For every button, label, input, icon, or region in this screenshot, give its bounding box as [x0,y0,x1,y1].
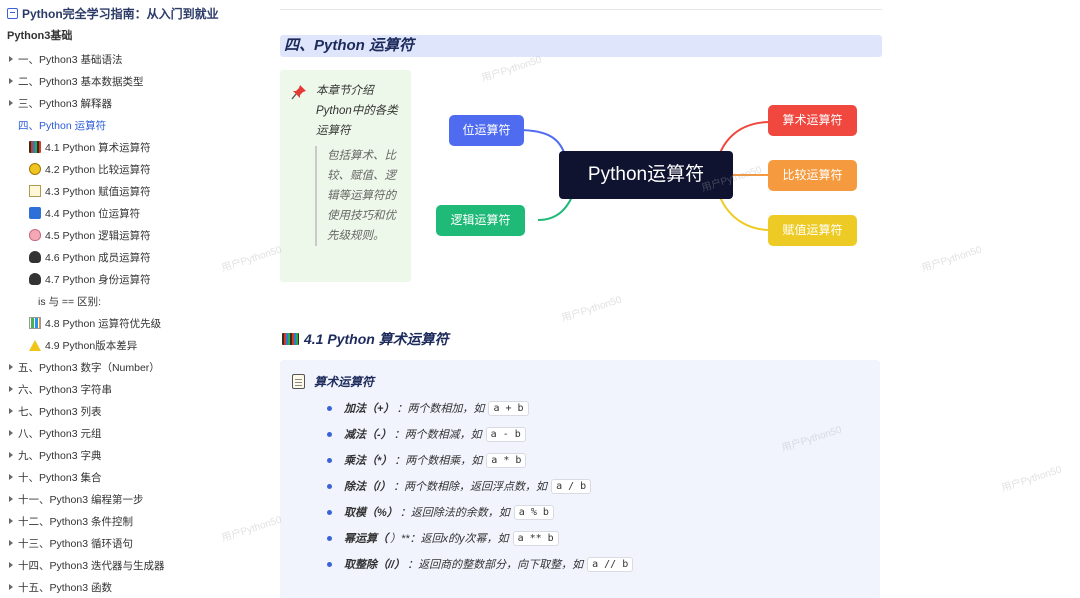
sidebar-item-membership[interactable]: 4.6 Python 成员运算符 [0,246,260,268]
callout-text: 本章节介绍Python中的各类运算符 [316,85,398,137]
sidebar-item-number[interactable]: 五、Python3 数字（Number） [0,356,260,378]
sidebar-item-set[interactable]: 十、Python3 集合 [0,466,260,488]
sidebar-item-iterators[interactable]: 十四、Python3 迭代器与生成器 [0,554,260,576]
warning-icon [29,339,41,351]
spy-icon [29,251,41,263]
mind-map-node-bitwise[interactable]: 位运算符 [449,115,524,146]
callout-quote: 包括算术、比较、赋值、逻辑等运算符的使用技巧和优先级规则。 [315,146,407,246]
grid-icon [29,207,41,219]
mind-map-node-logical[interactable]: 逻辑运算符 [436,205,525,236]
sidebar-item-loops[interactable]: 十三、Python3 循环语句 [0,532,260,554]
sidebar-item-bitwise[interactable]: 4.4 Python 位运算符 [0,202,260,224]
chevron-right-icon[interactable] [9,408,13,414]
subsection-heading: 4.1 Python 算术运算符 [282,328,449,350]
bullet [327,457,332,463]
sidebar-item-dict[interactable]: 九、Python3 字典 [0,444,260,466]
list-item: 除法（/） ：两个数相除，返回浮点数，如 a / b [327,473,633,499]
inline-code: a % b [513,504,554,520]
bullet [327,405,332,411]
chevron-right-icon[interactable] [9,100,13,106]
list-item: 取整除（//） ：返回商的整数部分，向下取整，如 a // b [327,551,634,577]
list-item: 减法（-） ：两个数相减，如 a - b [327,421,633,447]
bar-chart-icon [29,317,41,329]
inline-code: a * b [486,452,527,468]
brain-icon [29,229,41,241]
chevron-right-icon[interactable] [9,474,13,480]
abacus-icon [29,141,41,153]
book-icon [7,7,18,19]
sidebar-nav: 一、Python3 基础语法 二、Python3 基本数据类型 三、Python… [0,48,260,598]
sidebar-item-arithmetic[interactable]: 4.1 Python 算术运算符 [0,136,260,158]
sidebar-item-precedence[interactable]: 4.8 Python 运算符优先级 [0,312,260,334]
chevron-right-icon[interactable] [9,518,13,524]
inline-code: a / b [551,478,592,494]
pushpin-icon [291,85,306,100]
chevron-right-icon[interactable] [9,56,13,62]
sidebar-item-data-types[interactable]: 二、Python3 基本数据类型 [0,70,260,92]
mind-map-node-assignment[interactable]: 赋值运算符 [768,215,857,246]
mind-map-center[interactable]: Python运算符 [559,151,733,199]
inline-code: a ** b [512,530,559,546]
sidebar-item-list[interactable]: 七、Python3 列表 [0,400,260,422]
bullet [327,535,332,541]
divider [280,9,882,10]
sidebar-item-logical[interactable]: 4.5 Python 逻辑运算符 [0,224,260,246]
card-title: 算术运算符 [292,373,374,390]
sidebar-item-string[interactable]: 六、Python3 字符串 [0,378,260,400]
chevron-right-icon[interactable] [9,364,13,370]
sidebar-item-assignment[interactable]: 4.3 Python 赋值运算符 [0,180,260,202]
section-heading: 四、Python 运算符 [280,35,882,57]
bullet [327,509,332,515]
sidebar-item-first-step[interactable]: 十一、Python3 编程第一步 [0,488,260,510]
sidebar-item-basic-syntax[interactable]: 一、Python3 基础语法 [0,48,260,70]
sidebar-item-version-diff[interactable]: 4.9 Python版本差异 [0,334,260,356]
doc-title-text: Python完全学习指南：从入门到就业 [22,6,219,21]
bullet [327,483,332,489]
sidebar-item-tuple[interactable]: 八、Python3 元组 [0,422,260,444]
chevron-right-icon[interactable] [9,540,13,546]
bullet [327,561,332,567]
chevron-right-icon[interactable] [9,562,13,568]
spy-icon [29,273,41,285]
list-item: 乘法（*） ：两个数相乘，如 a * b [327,447,633,473]
sidebar-item-operators[interactable]: 四、Python 运算符 [0,114,260,136]
callout-box: 本章节介绍Python中的各类运算符 包括算术、比较、赋值、逻辑等运算符的使用技… [280,70,411,282]
chevron-right-icon[interactable] [9,430,13,436]
operators-card: 算术运算符 加法（+） ：两个数相加，如 a + b 减法（-） ：两个数相减，如 a … [280,360,880,598]
chevron-right-icon[interactable] [9,386,13,392]
list-item: 取模（%） ：返回除法的余数，如 a % b [327,499,633,525]
sidebar-item-conditions[interactable]: 十二、Python3 条件控制 [0,510,260,532]
sidebar-item-comparison[interactable]: 4.2 Python 比较运算符 [0,158,260,180]
operator-list: 加法（+） ：两个数相加，如 a + b 减法（-） ：两个数相减，如 a - b 乘法… [327,395,634,577]
mind-map-node-arithmetic[interactable]: 算术运算符 [768,105,857,136]
main-content: 四、Python 运算符 本章节介绍Python中的各类运算符 包括算术、比较、… [260,0,1080,598]
inline-code: a // b [587,556,634,572]
sidebar-item-functions[interactable]: 十五、Python3 函数 [0,576,260,598]
list-item: 幂运算（ ）**：返回x的y次幂，如 a ** b [327,525,633,551]
sidebar-item-interpreter[interactable]: 三、Python3 解释器 [0,92,260,114]
mind-map-node-comparison[interactable]: 比较运算符 [768,160,857,191]
face-icon [29,163,41,175]
scroll-icon [292,374,305,389]
list-item: 加法（+） ：两个数相加，如 a + b [327,395,633,421]
mind-map: 位运算符 逻辑运算符 Python运算符 算术运算符 比较运算符 赋值运算符 [430,95,870,255]
inline-code: a - b [485,426,526,442]
chevron-right-icon[interactable] [9,78,13,84]
chevron-right-icon[interactable] [9,584,13,590]
bullet [327,431,332,437]
sidebar-item-is-vs-eq[interactable]: is 与 == 区别: [0,290,260,312]
chevron-right-icon[interactable] [9,452,13,458]
sidebar-item-identity[interactable]: 4.7 Python 身份运算符 [0,268,260,290]
doc-title[interactable]: Python完全学习指南：从入门到就业 [0,0,260,26]
abacus-icon [282,333,299,345]
memo-icon [29,185,41,197]
inline-code: a + b [488,400,529,416]
sidebar: Python完全学习指南：从入门到就业 Python3基础 一、Python3 … [0,0,260,598]
sidebar-section-title[interactable]: Python3基础 [0,26,260,46]
chevron-right-icon[interactable] [9,496,13,502]
